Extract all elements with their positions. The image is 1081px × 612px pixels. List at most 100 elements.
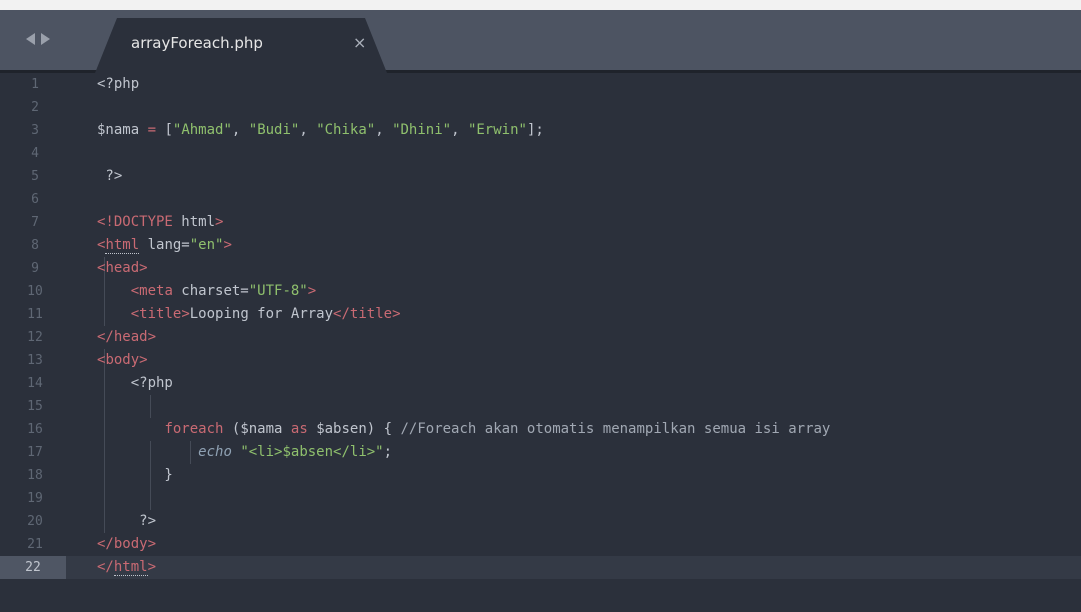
code-line[interactable]: 17 echo "<li>$absen</li>"; [0, 441, 1081, 464]
code-token: = [139, 122, 165, 138]
code-token: DOCTYPE [113, 214, 173, 230]
code-line[interactable]: 6 [0, 188, 1081, 211]
tab-label: arrayForeach.php [131, 34, 263, 52]
line-number: 9 [31, 261, 39, 276]
chevron-right-icon[interactable] [41, 33, 50, 45]
code-token: > [139, 352, 148, 368]
code-editor[interactable]: 1 <?php 2 3 $nama = ["Ahmad", "Budi", "Chika… [0, 73, 1081, 612]
code-token: echo [198, 444, 232, 460]
code-token: "Dhini" [392, 122, 452, 138]
code-token: < [130, 306, 140, 322]
line-number: 8 [31, 238, 39, 253]
indent-guide [104, 487, 105, 510]
indent-guide [150, 487, 151, 510]
code-token: "Budi" [248, 122, 300, 138]
code-line[interactable]: 19 [0, 487, 1081, 510]
code-line[interactable]: 10 <meta charset="UTF-8"> [0, 280, 1081, 303]
code-token: , [299, 122, 317, 138]
code-line[interactable]: 7 <!DOCTYPE html> [0, 211, 1081, 234]
code-text: <?php [97, 73, 139, 96]
code-token: > [147, 559, 157, 575]
indent-guide [150, 395, 151, 418]
code-token: body [113, 536, 148, 552]
line-number: 5 [31, 169, 39, 184]
code-line[interactable]: 9 <head> [0, 257, 1081, 280]
line-number: 6 [31, 192, 39, 207]
code-token: html [172, 214, 216, 230]
code-token: > [215, 214, 224, 230]
code-text: </body> [97, 533, 156, 556]
line-number: 22 [0, 556, 66, 579]
code-text: <?php [97, 372, 173, 395]
line-number: 13 [27, 353, 43, 368]
code-token: $nama [97, 122, 140, 138]
code-token: </ [97, 329, 114, 345]
code-token: head [105, 260, 140, 276]
code-token: ( [223, 421, 241, 437]
code-token: ; [383, 444, 393, 460]
code-text: <meta charset="UTF-8"> [97, 280, 316, 303]
code-token: </ [333, 306, 350, 322]
line-number: 19 [27, 491, 43, 506]
code-token: html [105, 237, 140, 254]
code-line[interactable]: 5 ?> [0, 165, 1081, 188]
code-line[interactable]: 12 </head> [0, 326, 1081, 349]
code-line[interactable]: 21 </body> [0, 533, 1081, 556]
code-line[interactable]: 3 $nama = ["Ahmad", "Budi", "Chika", "Dhi… [0, 119, 1081, 142]
code-line[interactable]: 15 [0, 395, 1081, 418]
code-token: "Ahmad" [172, 122, 232, 138]
line-number: 16 [27, 422, 43, 437]
code-token: [ [164, 122, 173, 138]
close-icon[interactable]: × [353, 33, 366, 52]
line-number: 18 [27, 468, 43, 483]
code-token: //Foreach akan otomatis menampilkan semu… [400, 421, 831, 437]
line-number: 14 [27, 376, 43, 391]
code-token: title [349, 306, 393, 322]
indent-guide [104, 395, 105, 418]
code-token: ?> [97, 513, 157, 529]
line-number: 17 [27, 445, 43, 460]
code-line[interactable]: 4 [0, 142, 1081, 165]
code-text: <body> [97, 349, 148, 372]
line-number: 3 [31, 123, 39, 138]
code-token: <?php [97, 375, 173, 391]
code-token: ]; [526, 122, 544, 138]
code-text: foreach ($nama as $absen) { //Foreach ak… [97, 418, 830, 441]
line-number: 21 [27, 537, 43, 552]
code-line[interactable]: 20 ?> [0, 510, 1081, 533]
code-line[interactable]: 13 <body> [0, 349, 1081, 372]
code-token: "Chika" [316, 122, 376, 138]
code-token: foreach [164, 421, 224, 437]
code-token: <?php [97, 76, 140, 92]
line-number: 2 [31, 100, 39, 115]
line-number: 7 [31, 215, 39, 230]
code-token: > [139, 260, 148, 276]
code-text: ?> [97, 165, 122, 188]
code-token: , [231, 122, 249, 138]
line-number: 15 [27, 399, 43, 414]
code-token: head [113, 329, 148, 345]
code-line[interactable]: 11 <title>Looping for Array</title> [0, 303, 1081, 326]
code-line[interactable]: 1 <?php [0, 73, 1081, 96]
line-number: 10 [27, 284, 43, 299]
code-token: lang= [139, 237, 190, 253]
code-text: $nama = ["Ahmad", "Budi", "Chika", "Dhin… [97, 119, 544, 142]
code-line[interactable]: 16 foreach ($nama as $absen) { //Foreach… [0, 418, 1081, 441]
tab-arrayforeach[interactable]: arrayForeach.php × [95, 18, 387, 73]
code-line[interactable]: 2 [0, 96, 1081, 119]
code-token: ?> [97, 168, 123, 184]
chevron-left-icon[interactable] [26, 33, 35, 45]
code-token: "<li>$absen</li>" [240, 444, 384, 460]
code-token: ) { [366, 421, 401, 437]
code-text: </html> [97, 556, 156, 579]
code-line[interactable]: 8 <html lang="en"> [0, 234, 1081, 257]
code-line[interactable]: 14 <?php [0, 372, 1081, 395]
line-number: 1 [31, 77, 39, 92]
code-line[interactable]: 22 </html> [0, 556, 1081, 579]
code-text: echo "<li>$absen</li>"; [97, 441, 392, 464]
code-line[interactable]: 18 } [0, 464, 1081, 487]
code-text: ?> [97, 510, 156, 533]
code-token: $nama [240, 421, 283, 437]
code-token: meta [139, 283, 173, 299]
